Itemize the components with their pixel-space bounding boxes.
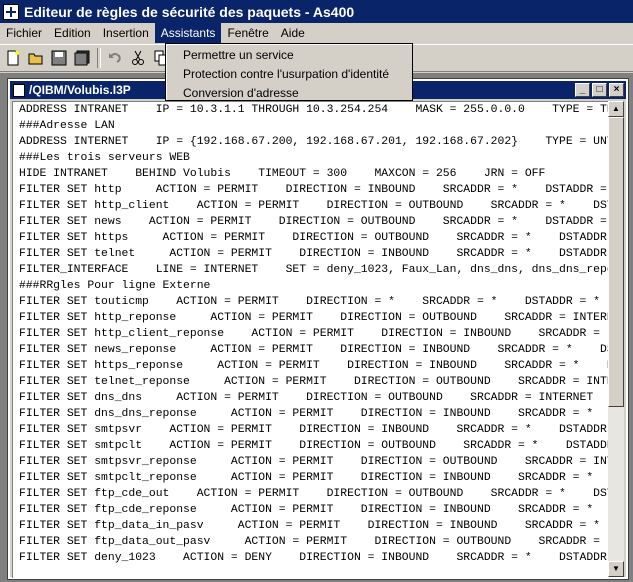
- editor-line: FILTER SET smtpsvr ACTION = PERMIT DIREC…: [19, 424, 609, 436]
- close-button[interactable]: ×: [609, 83, 624, 97]
- maximize-button[interactable]: □: [592, 83, 607, 97]
- save-icon[interactable]: [48, 47, 70, 69]
- app-icon: [3, 3, 19, 20]
- editor-line: HIDE INTRANET BEHIND Volubis TIMEOUT = 3…: [19, 168, 546, 180]
- new-icon[interactable]: [2, 47, 24, 69]
- editor-line: FILTER SET https_reponse ACTION = PERMIT…: [19, 360, 609, 372]
- minimize-button[interactable]: _: [575, 83, 590, 97]
- scrollbar-thumb[interactable]: [608, 117, 624, 407]
- editor-line: ###RRgles Pour ligne Externe: [19, 280, 211, 292]
- editor-line: FILTER SET http_client_reponse ACTION = …: [19, 328, 609, 340]
- editor-line: FILTER SET ftp_data_in_pasv ACTION = PER…: [19, 520, 601, 532]
- editor-line: FILTER SET ftp_data_out_pasv ACTION = PE…: [19, 536, 609, 548]
- title-bar: Editeur de règles de sécurité des paquet…: [0, 0, 633, 23]
- document-window: /QIBM/Volubis.I3P _ □ × ADDRESS INTRANET…: [7, 78, 629, 580]
- menu-edition[interactable]: Edition: [48, 23, 97, 43]
- editor-line: ###Adresse LAN: [19, 120, 115, 132]
- editor-line: FILTER SET telnet ACTION = PERMIT DIRECT…: [19, 248, 609, 260]
- editor-line: FILTER SET http ACTION = PERMIT DIRECTIO…: [19, 184, 609, 196]
- menu-item-protection-usurpation[interactable]: Protection contre l'usurpation d'identit…: [166, 66, 412, 85]
- open-icon[interactable]: [25, 47, 47, 69]
- editor-line: FILTER SET smtpclt ACTION = PERMIT DIREC…: [19, 440, 609, 452]
- assistants-dropdown: Permettre un service Protection contre l…: [165, 43, 413, 101]
- editor-line: FILTER SET dns_dns ACTION = PERMIT DIREC…: [19, 392, 594, 404]
- editor-line: FILTER_INTERFACE LINE = INTERNET SET = d…: [19, 264, 609, 276]
- editor-line: FILTER SET touticmp ACTION = PERMIT DIRE…: [19, 296, 601, 308]
- editor-line: FILTER SET http_reponse ACTION = PERMIT …: [19, 312, 609, 324]
- editor-line: FILTER SET dns_dns_reponse ACTION = PERM…: [19, 408, 594, 420]
- editor-line: FILTER SET news ACTION = PERMIT DIRECTIO…: [19, 216, 609, 228]
- vertical-scrollbar[interactable]: ▲ ▼: [608, 101, 624, 577]
- menu-fichier[interactable]: Fichier: [0, 23, 48, 43]
- menu-bar: Fichier Edition Insertion Assistants Fen…: [0, 23, 633, 43]
- editor-line: FILTER SET ftp_cde_reponse ACTION = PERM…: [19, 504, 594, 516]
- menu-item-permettre-service[interactable]: Permettre un service: [166, 47, 412, 66]
- undo-icon[interactable]: [104, 47, 126, 69]
- menu-insertion[interactable]: Insertion: [97, 23, 155, 43]
- toolbar-separator: [97, 48, 101, 68]
- editor-line: FILTER SET smtpclt_reponse ACTION = PERM…: [19, 472, 594, 484]
- menu-item-conversion-adresse[interactable]: Conversion d'adresse: [166, 85, 412, 104]
- editor-line: ADDRESS INTRANET IP = 10.3.1.1 THROUGH 1…: [19, 104, 609, 116]
- rules-editor[interactable]: ADDRESS INTRANET IP = 10.3.1.1 THROUGH 1…: [12, 101, 609, 578]
- editor-line: FILTER SET deny_1023 ACTION = DENY DIREC…: [19, 552, 609, 564]
- window-title: Editeur de règles de sécurité des paquet…: [24, 3, 355, 20]
- menu-aide[interactable]: Aide: [275, 23, 311, 43]
- editor-line: ###Les trois serveurs WEB: [19, 152, 190, 164]
- editor-line: FILTER SET http_client ACTION = PERMIT D…: [19, 200, 609, 212]
- editor-line: FILTER SET smtpsvr_reponse ACTION = PERM…: [19, 456, 609, 468]
- menu-assistants[interactable]: Assistants: [154, 23, 222, 43]
- scroll-up-icon[interactable]: ▲: [608, 101, 624, 117]
- scroll-down-icon[interactable]: ▼: [608, 561, 624, 577]
- editor-line: FILTER SET https ACTION = PERMIT DIRECTI…: [19, 232, 609, 244]
- save-all-icon[interactable]: [71, 47, 93, 69]
- menu-fenetre[interactable]: Fenêtre: [221, 23, 274, 43]
- editor-line: FILTER SET telnet_reponse ACTION = PERMI…: [19, 376, 609, 388]
- document-icon: [13, 83, 25, 97]
- editor-line: ADDRESS INTERNET IP = {192.168.67.200, 1…: [19, 136, 609, 148]
- editor-line: FILTER SET ftp_cde_out ACTION = PERMIT D…: [19, 488, 609, 500]
- editor-line: FILTER SET news_reponse ACTION = PERMIT …: [19, 344, 609, 356]
- document-title: /QIBM/Volubis.I3P: [29, 83, 131, 97]
- cut-icon[interactable]: [127, 47, 149, 69]
